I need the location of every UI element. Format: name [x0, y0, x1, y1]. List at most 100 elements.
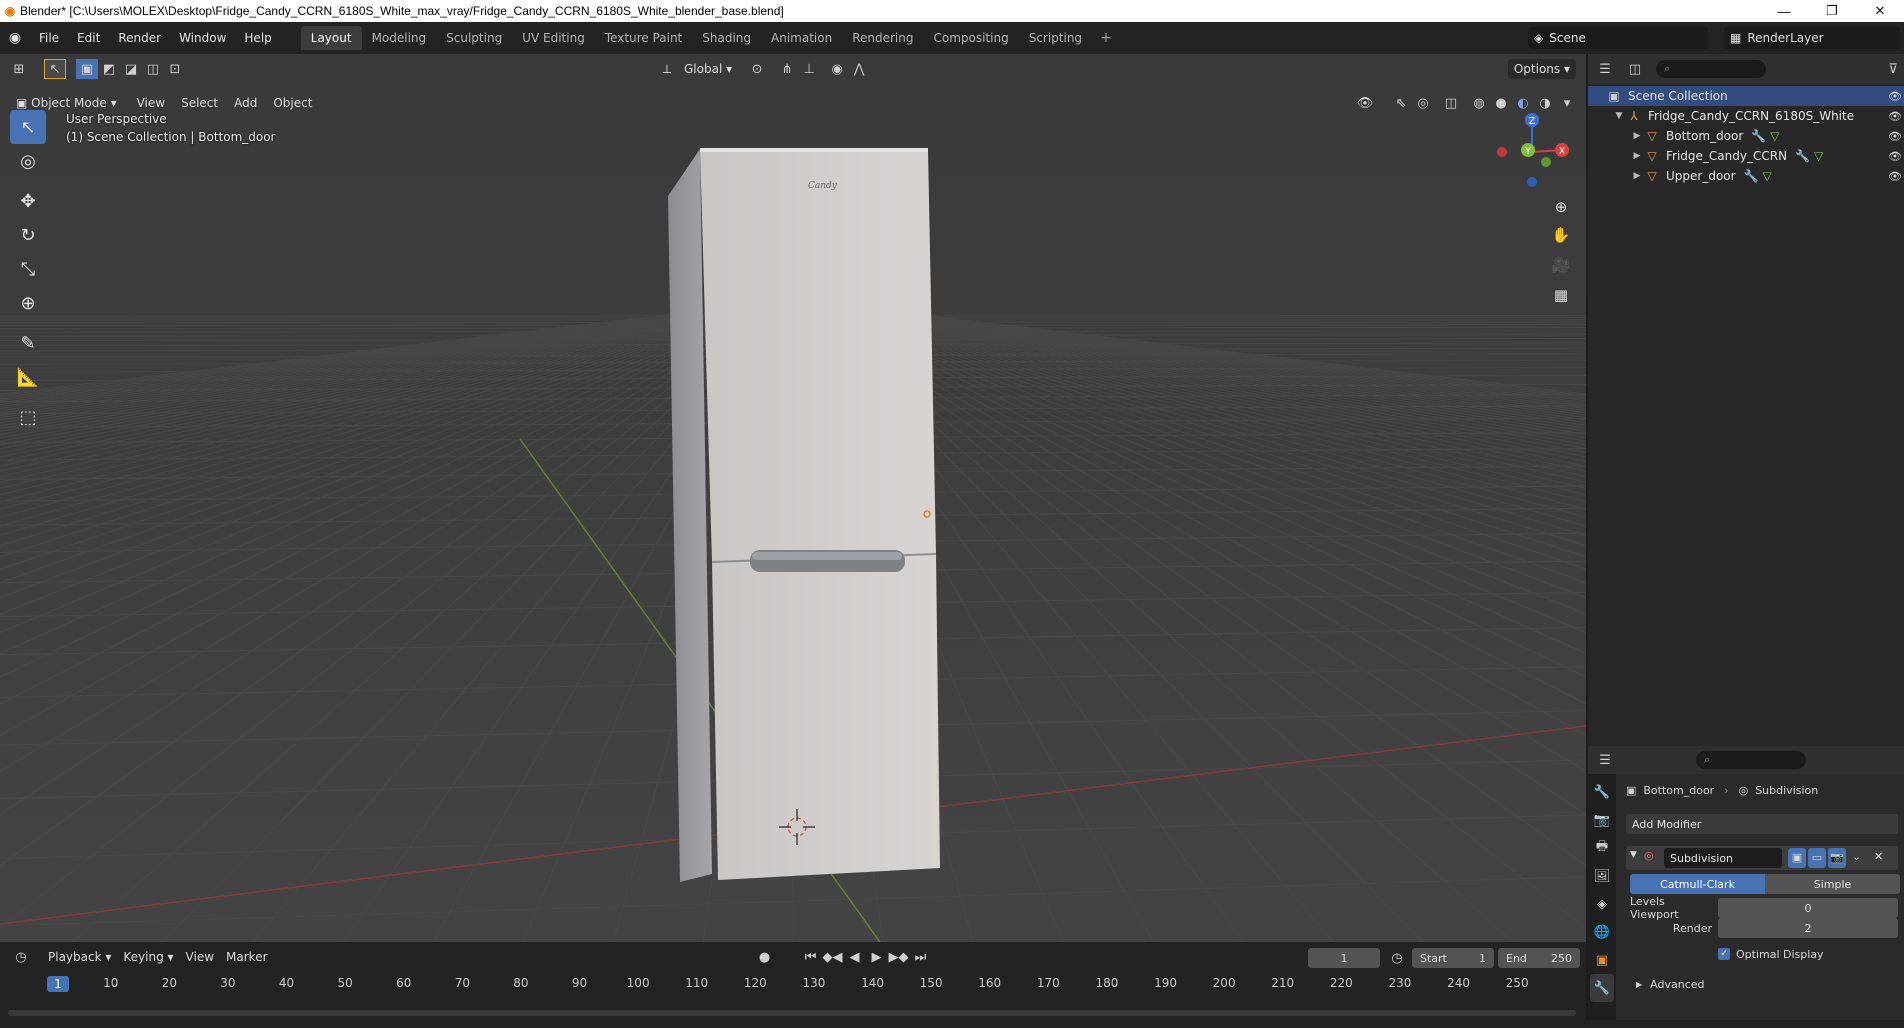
close-icon[interactable]: ✕	[1856, 0, 1904, 22]
menu-keying[interactable]: Keying ▾	[117, 947, 179, 967]
zoom-icon[interactable]: ⊕	[1548, 194, 1574, 220]
menu-timeline-view[interactable]: View	[180, 947, 220, 967]
select-subtract-icon[interactable]: ◪	[120, 59, 142, 79]
filter-icon[interactable]: ⊽	[1882, 59, 1904, 79]
move-tool-icon[interactable]: ✥	[10, 184, 46, 218]
3d-viewport[interactable]: Candy	[0, 54, 1586, 942]
tab-layout[interactable]: Layout	[300, 26, 362, 50]
render-layer-selector[interactable]: ▦ RenderLayer	[1724, 27, 1900, 49]
menu-file[interactable]: File	[30, 22, 68, 54]
modifier-menu-icon[interactable]: ⌄	[1852, 850, 1861, 863]
menu-marker[interactable]: Marker	[220, 947, 273, 967]
eye-icon[interactable]: 👁	[1888, 170, 1902, 183]
mesh-data-icon[interactable]: ▽	[1770, 129, 1779, 143]
expand-arrow-icon[interactable]: ▶	[1630, 151, 1644, 161]
outliner-collection-row[interactable]: ▼ ⅄ Fridge_Candy_CCRN_6180S_White 👁	[1588, 106, 1904, 126]
select-difference-icon[interactable]: ◫	[142, 59, 164, 79]
timeline-scrollbar[interactable]	[8, 1010, 1576, 1016]
xray-icon[interactable]: ◫	[1440, 93, 1462, 113]
overlay-toggle-icon[interactable]: ◎	[1412, 93, 1434, 113]
render-tab-icon[interactable]: 📷	[1590, 806, 1614, 834]
visibility-icon[interactable]: 👁	[1354, 93, 1376, 113]
catmull-clark-button[interactable]: Catmull-Clark	[1630, 874, 1765, 894]
annotate-tool-icon[interactable]: ✎	[10, 326, 46, 360]
tab-shading[interactable]: Shading	[692, 26, 761, 50]
world-tab-icon[interactable]: 🌐	[1590, 918, 1614, 946]
eye-icon[interactable]: 👁	[1888, 130, 1902, 143]
add-modifier-button[interactable]: Add Modifier	[1626, 814, 1898, 834]
outliner-search-input[interactable]: ⌕	[1656, 60, 1766, 78]
tab-scripting[interactable]: Scripting	[1019, 26, 1092, 50]
menu-window[interactable]: Window	[170, 22, 235, 54]
tool-tab-icon[interactable]: 🔧	[1590, 778, 1614, 806]
select-box-tool-icon[interactable]: ↖	[10, 110, 46, 144]
expand-arrow-icon[interactable]: ▶	[1630, 131, 1644, 141]
menu-edit[interactable]: Edit	[68, 22, 109, 54]
levels-viewport-field[interactable]: 0	[1718, 898, 1898, 918]
options-dropdown[interactable]: Options ▾	[1507, 59, 1576, 79]
tab-modeling[interactable]: Modeling	[362, 26, 437, 50]
properties-search-input[interactable]: ⌕	[1696, 751, 1806, 769]
measure-tool-icon[interactable]: 📐	[10, 360, 46, 394]
select-new-icon[interactable]: ▣	[76, 59, 98, 79]
prev-keyframe-icon[interactable]: ◆◀	[822, 947, 844, 967]
play-reverse-icon[interactable]: ◀	[844, 947, 866, 967]
tab-uv-editing[interactable]: UV Editing	[512, 26, 595, 50]
view-layer-tab-icon[interactable]: 🖼	[1590, 862, 1614, 890]
render-levels-field[interactable]: 2	[1718, 918, 1898, 938]
end-frame-field[interactable]: End 250	[1498, 948, 1580, 968]
output-tab-icon[interactable]: 🖶	[1590, 834, 1614, 862]
eye-icon[interactable]: 👁	[1888, 90, 1902, 103]
scene-tab-icon[interactable]: ◈	[1590, 890, 1614, 918]
jump-start-icon[interactable]: ⏮	[800, 947, 822, 967]
restore-icon[interactable]: ❐	[1808, 0, 1856, 22]
simple-button[interactable]: Simple	[1765, 874, 1900, 894]
falloff-icon[interactable]: ⋀	[848, 59, 870, 79]
tab-animation[interactable]: Animation	[761, 26, 842, 50]
pan-hand-icon[interactable]: ✋	[1548, 222, 1574, 248]
preview-range-icon[interactable]: ◷	[1386, 948, 1408, 968]
menu-help[interactable]: Help	[235, 22, 280, 54]
frame-ruler[interactable]: 10 20 30 40 50 60 70 80 90 100 110 120 130 140 150 160 1…	[0, 974, 1586, 994]
outliner-object-row[interactable]: ▶ ▽ Upper_door 🔧 ▽ 👁	[1588, 166, 1904, 186]
select-intersect-icon[interactable]: ⊡	[164, 59, 186, 79]
modifier-name-field[interactable]: Subdivision	[1664, 848, 1782, 868]
navigation-gizmo[interactable]: Z X Y	[1490, 110, 1570, 190]
scale-tool-icon[interactable]: ⤡	[10, 252, 46, 286]
select-extend-icon[interactable]: ◩	[98, 59, 120, 79]
current-frame-field[interactable]: 1	[1308, 948, 1380, 968]
properties-editor-type-icon[interactable]: ☰	[1594, 750, 1616, 770]
tab-rendering[interactable]: Rendering	[842, 26, 923, 50]
mesh-data-icon[interactable]: ▽	[1814, 149, 1823, 163]
advanced-subpanel[interactable]: ▶ Advanced	[1636, 974, 1705, 994]
display-mode-icon[interactable]: ◫	[1624, 59, 1646, 79]
outliner-editor-type-icon[interactable]: ☰	[1594, 59, 1616, 79]
blender-menu-icon[interactable]: ◉	[0, 30, 30, 46]
render-toggle-icon[interactable]: 📷	[1828, 848, 1846, 868]
add-cube-tool-icon[interactable]: ⬚	[10, 400, 46, 434]
viewport-toggle-icon[interactable]: ▭	[1808, 848, 1826, 868]
shading-wireframe-icon[interactable]: ◍	[1468, 93, 1490, 113]
outliner-scene-collection[interactable]: ▣ Scene Collection 👁	[1588, 86, 1904, 106]
mesh-data-icon[interactable]: ▽	[1763, 169, 1772, 183]
tab-sculpting[interactable]: Sculpting	[436, 26, 512, 50]
modifier-wrench-icon[interactable]: 🔧	[1751, 129, 1766, 143]
menu-playback[interactable]: Playback ▾	[42, 947, 117, 967]
record-icon[interactable]: ●	[754, 947, 776, 967]
next-keyframe-icon[interactable]: ▶◆	[888, 947, 910, 967]
scene-selector[interactable]: ◈ Scene	[1528, 27, 1708, 49]
play-icon[interactable]: ▶	[866, 947, 888, 967]
edit-mode-toggle-icon[interactable]: ▣	[1788, 848, 1806, 868]
editor-type-icon[interactable]: ⊞	[8, 59, 30, 79]
expand-arrow-icon[interactable]: ▼	[1612, 111, 1626, 121]
timeline-editor-type-icon[interactable]: ◷	[10, 947, 32, 967]
outliner-object-row[interactable]: ▶ ▽ Bottom_door 🔧 ▽ 👁	[1588, 126, 1904, 146]
jump-end-icon[interactable]: ⏭	[910, 947, 932, 967]
start-frame-field[interactable]: Start 1	[1412, 948, 1494, 968]
gizmo-toggle-icon[interactable]: ⇖	[1390, 93, 1412, 113]
modifier-tab-icon[interactable]: 🔧	[1590, 974, 1614, 1002]
object-tab-icon[interactable]: ▣	[1590, 946, 1614, 974]
cursor-tool-icon[interactable]: ◎	[10, 144, 46, 178]
modifier-wrench-icon[interactable]: 🔧	[1795, 149, 1810, 163]
perspective-toggle-icon[interactable]: ▦	[1548, 282, 1574, 308]
